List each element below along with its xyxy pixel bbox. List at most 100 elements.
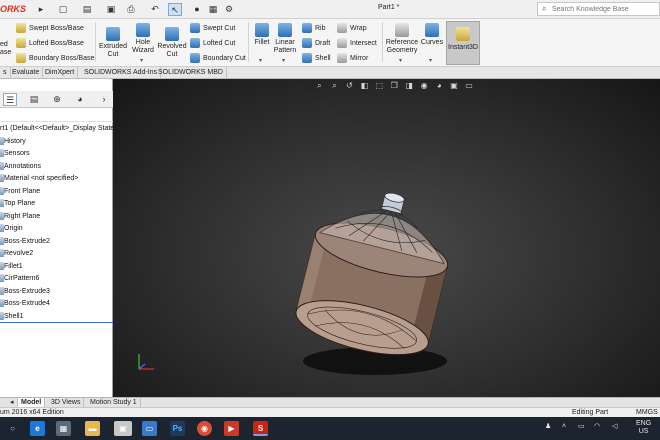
tree-item-top-plane[interactable]: Top Plane xyxy=(0,198,113,211)
search-icon[interactable]: ○ xyxy=(5,421,20,436)
lofted-cut-icon xyxy=(190,38,200,49)
view-settings-icon[interactable]: ▭ xyxy=(463,80,476,91)
open-folder-icon[interactable]: ▤ xyxy=(80,3,94,16)
previous-view-icon[interactable]: ↺ xyxy=(343,80,356,91)
shell-button[interactable]: Shell xyxy=(302,52,331,65)
swept-boss-button[interactable]: Swept Boss/Base xyxy=(16,22,84,35)
boundary-boss-button[interactable]: Boundary Boss/Base xyxy=(16,52,94,65)
traffic-light-icon[interactable]: ● xyxy=(190,3,204,16)
tree-item-front-plane[interactable]: Front Plane xyxy=(0,186,113,199)
fillet-dropdown-icon[interactable]: ▾ xyxy=(259,57,262,64)
camera-app-icon[interactable]: ▣ xyxy=(114,421,132,436)
tab-solidworks-mbd[interactable]: SOLIDWORKS MBD xyxy=(155,67,227,79)
tab-solidworks-addins[interactable]: SOLIDWORKS Add-Ins xyxy=(81,67,162,79)
photoshop-icon[interactable]: Ps xyxy=(170,421,185,436)
tree-item-boss-extrude3[interactable]: Boss-Extrude3 xyxy=(0,286,113,299)
tree-item-annotations[interactable]: Annotations xyxy=(0,161,113,174)
property-manager-tab-icon[interactable]: ▤ xyxy=(27,93,41,106)
dynamic-annotation-icon[interactable]: ⬚ xyxy=(373,80,386,91)
title-bar: ORKS ▸ ▢ ▤ ▣ ⎙ ↶ ↖ ● ▦ ⚙ Part1 * ⌕ xyxy=(0,0,660,19)
view-orientation-icon[interactable]: ❒ xyxy=(388,80,401,91)
lofted-boss-button[interactable]: Lofted Boss/Base xyxy=(16,37,84,50)
tree-item-cirpattern6[interactable]: CirPattern6 xyxy=(0,273,113,286)
select-cursor-icon[interactable]: ↖ xyxy=(168,3,182,16)
edit-appearance-icon[interactable]: ◕ xyxy=(433,80,446,91)
reference-geometry-dropdown-icon[interactable]: ▾ xyxy=(399,57,402,64)
tree-root-part[interactable]: rt1 (Default<<Default>_Display State xyxy=(0,123,113,136)
feature-manager-panel: ☰ ▤ ⊕ ◕ › rt1 (Default<<Default>_Display… xyxy=(0,79,113,397)
wrap-button[interactable]: Wrap xyxy=(337,22,367,35)
volume-icon[interactable]: ◁ xyxy=(612,423,617,431)
tree-item-history[interactable]: History xyxy=(0,136,113,149)
mirror-button[interactable]: Mirror xyxy=(337,52,368,65)
tree-item-revolve2[interactable]: Revolve2 xyxy=(0,248,113,261)
language-indicator[interactable]: ENG US xyxy=(636,420,651,436)
feature-tree-filter[interactable] xyxy=(0,109,113,122)
solidworks-taskbar-icon[interactable]: S xyxy=(253,421,268,436)
search-input[interactable] xyxy=(552,4,658,15)
edge-browser-icon[interactable]: e xyxy=(30,421,45,436)
linear-pattern-dropdown-icon[interactable]: ▾ xyxy=(282,57,285,64)
revolved-boss-label[interactable]: ase xyxy=(0,49,11,56)
tree-item-right-plane[interactable]: Right Plane xyxy=(0,211,113,224)
feature-manager-tab-icon[interactable]: ☰ xyxy=(3,93,17,106)
tree-item-fillet1[interactable]: Fillet1 xyxy=(0,261,113,274)
part-model-render[interactable] xyxy=(283,189,463,379)
documents-app-icon[interactable]: ▭ xyxy=(142,421,157,436)
curves-dropdown-icon[interactable]: ▾ xyxy=(429,57,432,64)
swept-boss-icon xyxy=(16,23,26,34)
tab-evaluate[interactable]: Evaluate xyxy=(9,67,44,79)
manager-tabs: ☰ ▤ ⊕ ◕ › xyxy=(0,91,113,108)
tree-item-sensors[interactable]: Sensors xyxy=(0,148,113,161)
tree-item-boss-extrude2[interactable]: Boss-Extrude2 xyxy=(0,236,113,249)
new-document-icon[interactable]: ▢ xyxy=(56,3,70,16)
boundary-cut-button[interactable]: Boundary Cut xyxy=(190,52,246,65)
lofted-cut-button[interactable]: Lofted Cut xyxy=(190,37,235,50)
reference-geometry-button[interactable]: Reference Geometry xyxy=(385,23,419,55)
hide-show-items-icon[interactable]: ◉ xyxy=(418,80,431,91)
rib-button[interactable]: Rib xyxy=(302,22,326,35)
zoom-to-fit-icon[interactable]: ⌕ xyxy=(313,80,326,91)
display-manager-tab-icon[interactable]: ◕ xyxy=(73,93,87,106)
intersect-button[interactable]: Intersect xyxy=(337,37,377,50)
options-gear-icon[interactable]: ⚙ xyxy=(222,3,236,16)
hole-wizard-dropdown-icon[interactable]: ▾ xyxy=(140,57,143,64)
file-explorer-icon[interactable]: ▬ xyxy=(85,421,100,436)
store-icon[interactable]: ▦ xyxy=(56,421,71,436)
mirror-icon xyxy=(337,53,347,64)
search-box[interactable]: ⌕ xyxy=(537,2,660,16)
tree-item-origin[interactable]: Origin xyxy=(0,223,113,236)
hole-wizard-button[interactable]: Hole Wizard xyxy=(130,23,156,55)
apply-scene-icon[interactable]: ▣ xyxy=(448,80,461,91)
expand-panel-icon[interactable]: › xyxy=(97,93,111,106)
configuration-manager-tab-icon[interactable]: ⊕ xyxy=(50,93,64,106)
save-icon[interactable]: ▣ xyxy=(104,3,118,16)
fillet-button[interactable]: Fillet xyxy=(252,23,272,47)
extruded-cut-button[interactable]: Extruded Cut xyxy=(98,27,128,59)
curves-button[interactable]: Curves xyxy=(420,23,444,47)
right-arrow-icon[interactable]: ▸ xyxy=(34,3,48,16)
battery-icon[interactable]: ▭ xyxy=(578,423,585,431)
wifi-icon[interactable]: ◠ xyxy=(594,423,600,431)
tree-item-boss-extrude4[interactable]: Boss-Extrude4 xyxy=(0,298,113,311)
section-view-icon[interactable]: ◧ xyxy=(358,80,371,91)
recording-app-icon[interactable]: ▶ xyxy=(224,421,239,436)
tree-item-material[interactable]: Material <not specified> xyxy=(0,173,113,186)
revolved-cut-button[interactable]: Revolved Cut xyxy=(157,27,187,59)
draft-button[interactable]: Draft xyxy=(302,37,330,50)
extruded-boss-label[interactable]: ed xyxy=(0,41,8,48)
graphics-viewport[interactable]: ⌕ ⌕ ↺ ◧ ⬚ ❒ ◨ ◉ ◕ ▣ ▭ xyxy=(113,79,660,397)
zoom-to-area-icon[interactable]: ⌕ xyxy=(328,80,341,91)
print-icon[interactable]: ⎙ xyxy=(124,3,138,16)
people-icon[interactable]: ♟ xyxy=(545,423,551,431)
display-style-icon[interactable]: ◨ xyxy=(403,80,416,91)
linear-pattern-button[interactable]: Linear Pattern xyxy=(273,23,297,55)
tray-chevron-up-icon[interactable]: ˄ xyxy=(562,423,566,431)
chrome-browser-icon[interactable]: ◉ xyxy=(197,421,212,436)
tree-item-shell1[interactable]: Shell1 xyxy=(0,311,113,323)
instant3d-button[interactable]: Instant3D xyxy=(446,21,480,65)
undo-icon[interactable]: ↶ xyxy=(148,3,162,16)
swept-cut-button[interactable]: Swept Cut xyxy=(190,22,235,35)
rebuild-icon[interactable]: ▦ xyxy=(206,3,220,16)
tab-dimxpert[interactable]: DimXpert xyxy=(42,67,79,79)
